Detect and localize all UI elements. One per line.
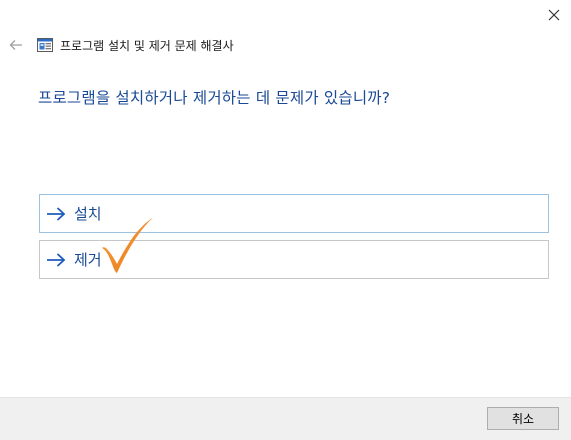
close-button[interactable] [543, 4, 565, 26]
uninstall-option-label: 제거 [74, 251, 102, 269]
app-title: 프로그램 설치 및 제거 문제 해결사 [60, 38, 234, 53]
install-option[interactable]: 설치 [39, 194, 549, 233]
back-arrow-icon [9, 40, 22, 50]
uninstall-option[interactable]: 제거 [39, 240, 549, 279]
troubleshooter-app-icon [37, 38, 53, 52]
footer-bar: 취소 [0, 397, 571, 440]
arrow-right-icon [47, 206, 66, 221]
back-button[interactable] [8, 37, 24, 53]
app-header: 프로그램 설치 및 제거 문제 해결사 [37, 36, 234, 54]
cancel-button[interactable]: 취소 [487, 407, 559, 430]
troubleshooter-window: 프로그램 설치 및 제거 문제 해결사 프로그램을 설치하거나 제거하는 데 문… [0, 0, 571, 440]
install-option-label: 설치 [74, 205, 102, 223]
close-icon [548, 9, 560, 21]
arrow-right-icon [47, 252, 66, 267]
page-heading: 프로그램을 설치하거나 제거하는 데 문제가 있습니까? [38, 89, 391, 107]
